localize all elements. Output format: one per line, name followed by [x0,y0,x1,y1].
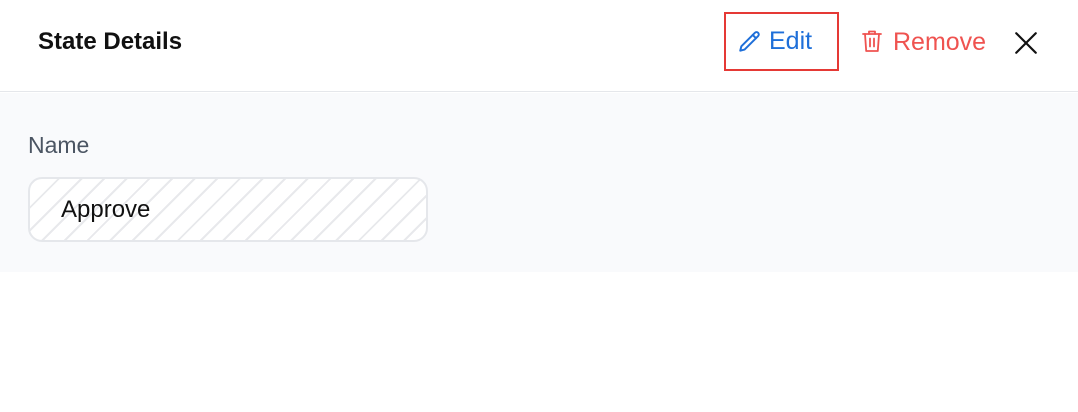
edit-button[interactable]: Edit [724,12,839,71]
pencil-icon [737,29,763,55]
edit-button-label: Edit [769,27,813,55]
remove-button-label: Remove [893,27,987,56]
panel-header: State Details Edit Remove [0,0,1078,92]
name-field-label: Name [28,132,90,158]
trash-icon [860,28,886,56]
close-button[interactable] [1011,28,1041,58]
panel-title: State Details [38,28,183,55]
remove-button[interactable]: Remove [860,22,986,62]
name-field[interactable] [28,177,428,242]
details-section: Name [0,93,1078,272]
close-icon [1013,30,1039,56]
state-details-panel: State Details Edit Remove Name Approve [0,0,1078,412]
